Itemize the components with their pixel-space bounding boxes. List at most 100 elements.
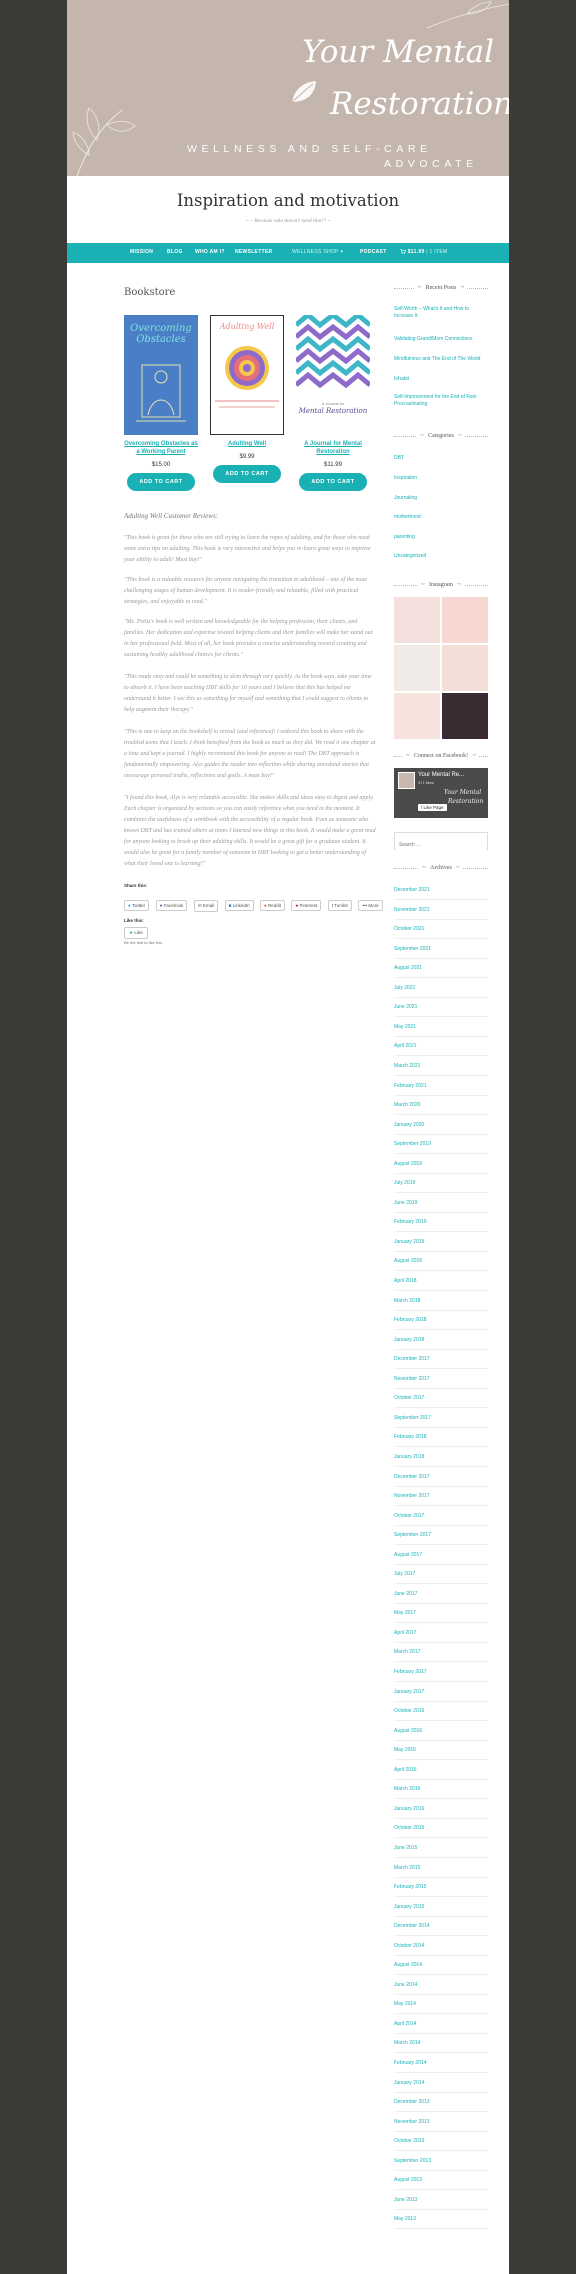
archive-link[interactable]: August 2014 xyxy=(394,1962,488,1969)
like-button[interactable]: ★ Like xyxy=(124,927,148,939)
nav-mission[interactable]: MISSION xyxy=(130,249,153,255)
archive-link[interactable]: May 2013 xyxy=(394,2216,488,2223)
share-more-button[interactable]: ••• More xyxy=(358,900,383,911)
archive-link[interactable]: December 2014 xyxy=(394,1923,488,1930)
archive-link[interactable]: January 2018 xyxy=(394,1337,488,1344)
archive-link[interactable]: July 2019 xyxy=(394,1180,488,1187)
share-twitter-button[interactable]: ● Twitter xyxy=(124,900,150,911)
instagram-photo[interactable] xyxy=(442,693,488,739)
archive-link[interactable]: November 2021 xyxy=(394,907,488,914)
product-cover-image[interactable]: A Journal for Mental Restoration xyxy=(296,315,370,435)
archive-link[interactable]: October 2021 xyxy=(394,926,488,933)
recent-post-link[interactable]: Validating Grand/Mom Connections xyxy=(394,336,488,343)
share-facebook-button[interactable]: ● Facebook xyxy=(155,900,188,911)
archive-link[interactable]: September 2017 xyxy=(394,1532,488,1539)
archive-link[interactable]: June 2017 xyxy=(394,1591,488,1598)
archive-link[interactable]: March 2016 xyxy=(394,1786,488,1793)
archive-link[interactable]: November 2013 xyxy=(394,2119,488,2126)
recent-post-link[interactable]: Self-Improvement for the End of Rain Pro… xyxy=(394,394,488,408)
archive-link[interactable]: August 2018 xyxy=(394,1258,488,1265)
archive-link[interactable]: March 2021 xyxy=(394,1063,488,1070)
instagram-photo[interactable] xyxy=(394,645,440,691)
archive-link[interactable]: January 2015 xyxy=(394,1904,488,1911)
archive-link[interactable]: August 2016 xyxy=(394,1728,488,1735)
share-tumblr-button[interactable]: t Tumblr xyxy=(327,900,352,911)
category-link[interactable]: Inspiration xyxy=(394,475,488,482)
product-link[interactable]: Overcoming Obstacles as a Working Parent xyxy=(124,441,198,457)
archive-link[interactable]: February 2014 xyxy=(394,2060,488,2067)
archive-link[interactable]: January 2017 xyxy=(394,1689,488,1696)
archive-link[interactable]: December 2013 xyxy=(394,2099,488,2106)
archive-link[interactable]: December 2021 xyxy=(394,887,488,894)
archive-link[interactable]: January 2019 xyxy=(394,1239,488,1246)
share-linkedin-button[interactable]: ■ LinkedIn xyxy=(224,900,254,911)
archive-link[interactable]: October 2017 xyxy=(394,1395,488,1402)
share-reddit-button[interactable]: ● Reddit xyxy=(260,900,286,911)
archive-link[interactable]: December 2017 xyxy=(394,1474,488,1481)
facebook-like-page-button[interactable]: f Like Page xyxy=(418,804,447,811)
facebook-page-title[interactable]: Your Mental Re... xyxy=(418,772,464,778)
category-link[interactable]: Journaling xyxy=(394,495,488,502)
archive-link[interactable]: October 2013 xyxy=(394,2138,488,2145)
archive-link[interactable]: February 2019 xyxy=(394,1219,488,1226)
nav-wellness-shop[interactable]: WELLNESS SHOP ▾ xyxy=(292,249,343,255)
archive-link[interactable]: February 2015 xyxy=(394,1884,488,1891)
archive-link[interactable]: October 2017 xyxy=(394,1513,488,1520)
category-link[interactable]: motherhood xyxy=(394,514,488,521)
instagram-photo[interactable] xyxy=(394,693,440,739)
site-title[interactable]: Inspiration and motivation xyxy=(67,191,509,210)
search-input[interactable] xyxy=(396,838,486,852)
archive-link[interactable]: January 2016 xyxy=(394,1806,488,1813)
recent-post-link[interactable]: Mindfulness and The End of The World xyxy=(394,356,488,363)
archive-link[interactable]: February 2018 xyxy=(394,1434,488,1441)
archive-link[interactable]: April 2017 xyxy=(394,1630,488,1637)
archive-link[interactable]: August 2013 xyxy=(394,2177,488,2184)
category-link[interactable]: Uncategorized xyxy=(394,553,488,560)
nav-newsletter[interactable]: NEWSLETTER xyxy=(235,249,272,255)
archive-link[interactable]: February 2018 xyxy=(394,1317,488,1324)
archive-link[interactable]: March 2017 xyxy=(394,1649,488,1656)
archive-link[interactable]: November 2017 xyxy=(394,1376,488,1383)
archive-link[interactable]: July 2017 xyxy=(394,1571,488,1578)
archive-link[interactable]: October 2015 xyxy=(394,1825,488,1832)
archive-link[interactable]: May 2017 xyxy=(394,1610,488,1617)
archive-link[interactable]: March 2020 xyxy=(394,1102,488,1109)
product-link[interactable]: Adulting Well xyxy=(210,441,284,449)
archive-link[interactable]: June 2021 xyxy=(394,1004,488,1011)
archive-link[interactable]: August 2017 xyxy=(394,1552,488,1559)
archive-link[interactable]: September 2019 xyxy=(394,1141,488,1148)
product-link[interactable]: A Journal for Mental Restoration xyxy=(296,441,370,457)
archive-link[interactable]: September 2021 xyxy=(394,946,488,953)
archive-link[interactable]: September 2013 xyxy=(394,2158,488,2165)
share-email-button[interactable]: ✉ Email xyxy=(193,900,219,912)
nav-cart[interactable]: $11.99 | 1 ITEM xyxy=(400,249,447,255)
archive-link[interactable]: August 2019 xyxy=(394,1161,488,1168)
nav-blog[interactable]: BLOG xyxy=(167,249,183,255)
archive-link[interactable]: January 2014 xyxy=(394,2080,488,2087)
archive-link[interactable]: September 2017 xyxy=(394,1415,488,1422)
archive-link[interactable]: April 2021 xyxy=(394,1043,488,1050)
facebook-widget[interactable]: Your Mental Re... 371 likes Your Mental … xyxy=(394,768,488,818)
archive-link[interactable]: July 2021 xyxy=(394,985,488,992)
archive-link[interactable]: May 2014 xyxy=(394,2001,488,2008)
archive-link[interactable]: June 2015 xyxy=(394,1845,488,1852)
instagram-photo[interactable] xyxy=(442,645,488,691)
search-field[interactable] xyxy=(394,832,488,852)
share-pinterest-button[interactable]: ● Pinterest xyxy=(291,900,322,911)
instagram-photo[interactable] xyxy=(442,597,488,643)
product-cover-image[interactable]: Overcoming Obstacles xyxy=(124,315,198,435)
header-banner[interactable]: Your Mental Restoration WELLNESS AND SEL… xyxy=(67,0,509,176)
nav-podcast[interactable]: PODCAST xyxy=(360,249,387,255)
archive-link[interactable]: December 2017 xyxy=(394,1356,488,1363)
product-cover-image[interactable]: Adulting Well xyxy=(210,315,284,435)
archive-link[interactable]: April 2018 xyxy=(394,1278,488,1285)
archive-link[interactable]: February 2021 xyxy=(394,1083,488,1090)
archive-link[interactable]: January 2020 xyxy=(394,1122,488,1129)
archive-link[interactable]: August 2021 xyxy=(394,965,488,972)
archive-link[interactable]: March 2015 xyxy=(394,1865,488,1872)
archive-link[interactable]: April 2016 xyxy=(394,1767,488,1774)
instagram-photo[interactable] xyxy=(394,597,440,643)
archive-link[interactable]: May 2016 xyxy=(394,1747,488,1754)
archive-link[interactable]: January 2018 xyxy=(394,1454,488,1461)
archive-link[interactable]: June 2013 xyxy=(394,2197,488,2204)
